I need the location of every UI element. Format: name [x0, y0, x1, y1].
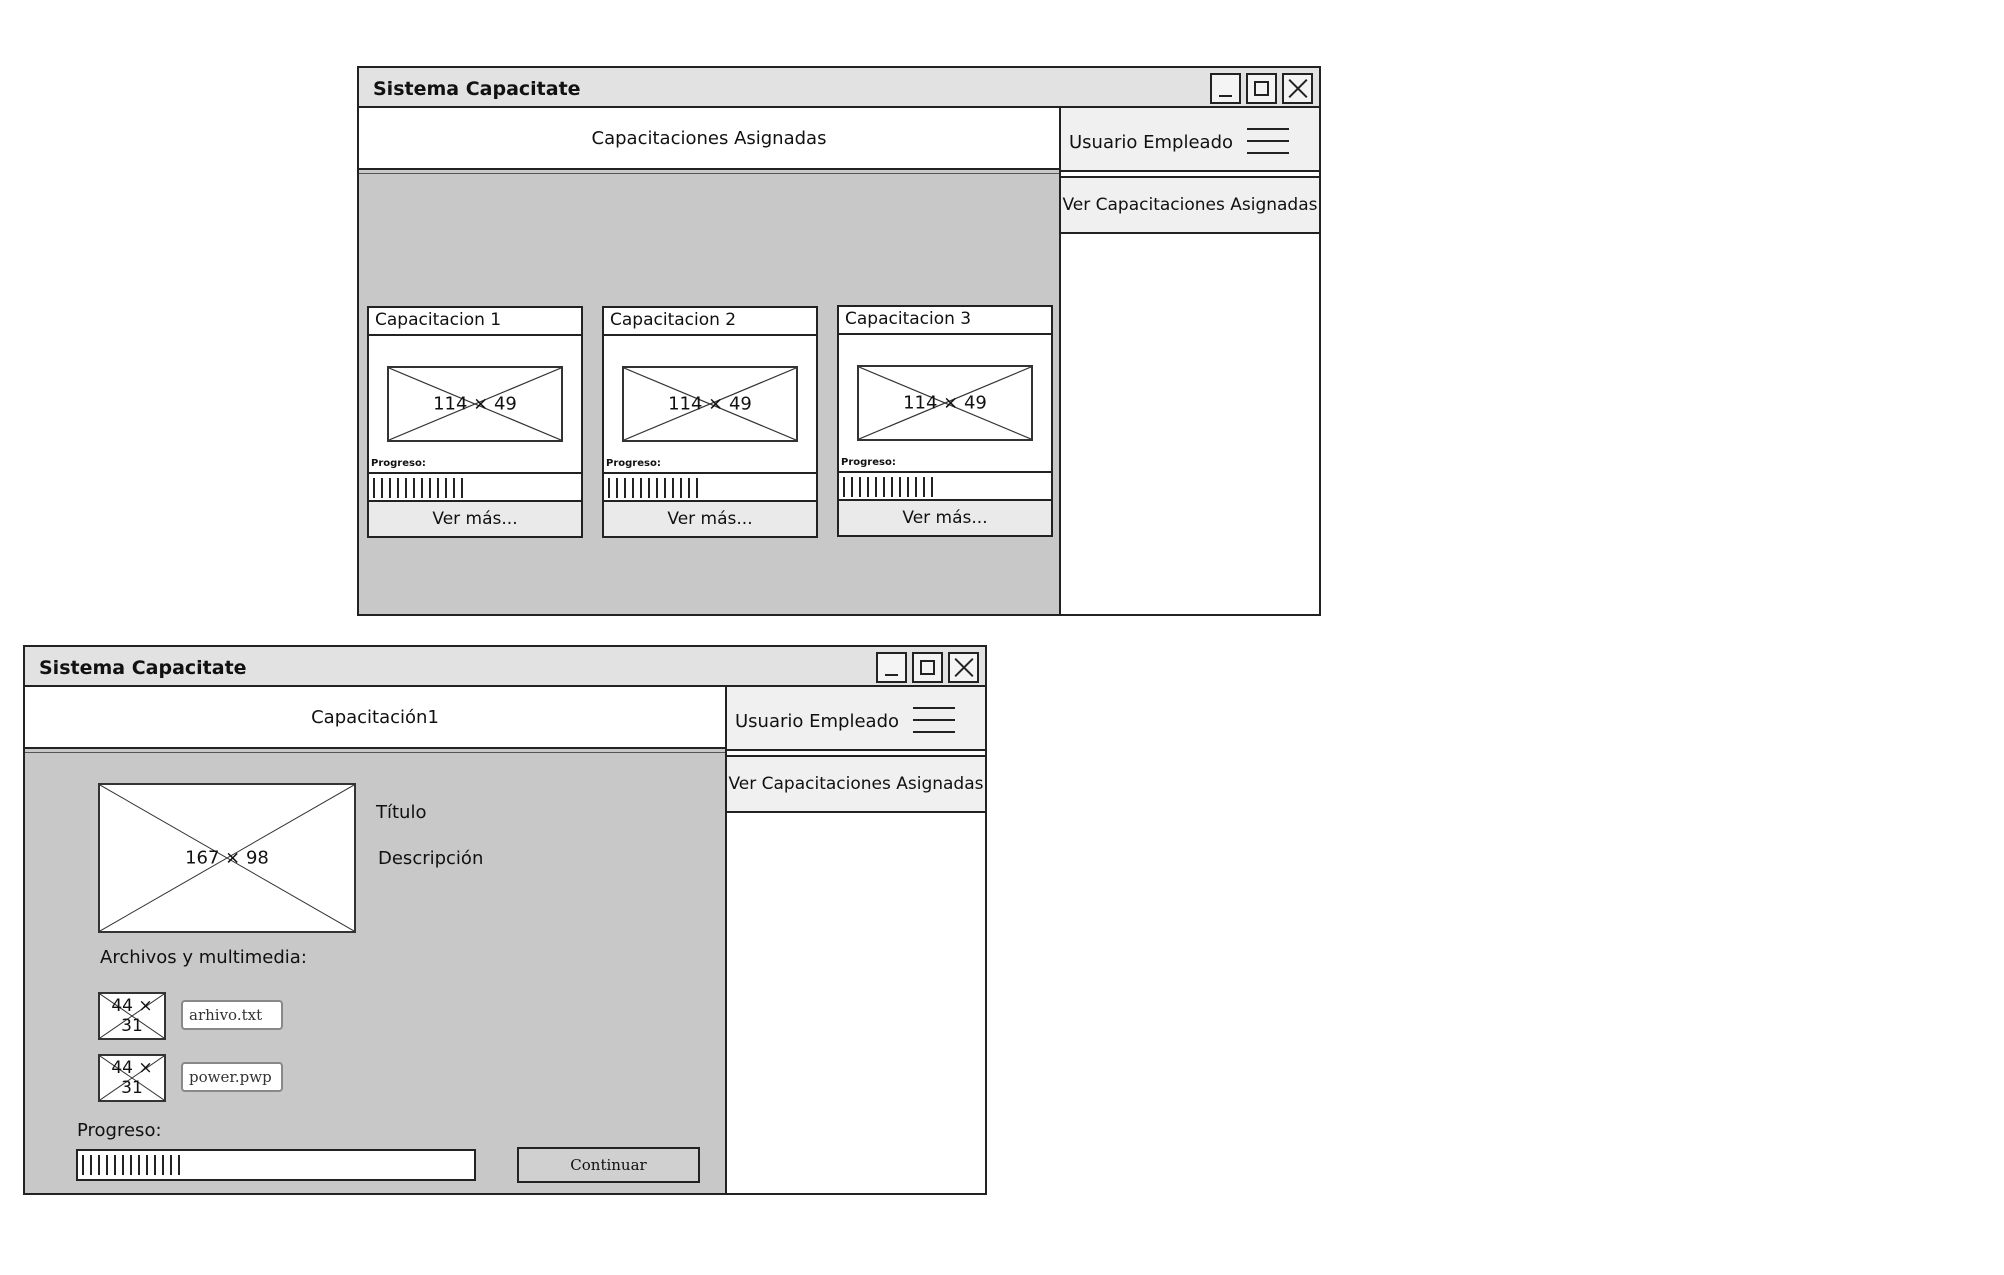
training-card: Capacitacion 2 114 × 49 Progreso: Ver má…	[602, 306, 818, 538]
page-title: Capacitaciones Asignadas	[591, 127, 827, 149]
maximize-button[interactable]	[1246, 73, 1277, 104]
maximize-button[interactable]	[912, 652, 943, 683]
user-label: Usuario Empleado	[1069, 132, 1234, 153]
nav-item-capacitaciones[interactable]: Ver Capacitaciones Asignadas	[1061, 176, 1319, 234]
file-name-field[interactable]: power.pwp	[181, 1062, 283, 1092]
card-title: Capacitacion 2	[604, 308, 816, 336]
ver-mas-button[interactable]: Ver más...	[369, 502, 581, 536]
training-card: Capacitacion 1 114 × 49 Progreso: Ver má…	[367, 306, 583, 538]
title-label: Título	[376, 802, 427, 823]
progress-bar	[839, 471, 1051, 501]
window-detalle: Sistema Capacitate Capacitación1 Usuario…	[23, 645, 987, 1195]
minimize-button[interactable]	[1210, 73, 1241, 104]
progress-bar	[604, 472, 816, 502]
progress-label: Progreso:	[606, 458, 661, 469]
window-capacitaciones: Sistema Capacitate Capacitaciones Asigna…	[357, 66, 1321, 616]
image-size-label: 114 × 49	[433, 393, 517, 415]
progress-label: Progreso:	[371, 458, 426, 469]
window-title: Sistema Capacitate	[373, 78, 581, 100]
minimize-button[interactable]	[876, 652, 907, 683]
continue-button[interactable]: Continuar	[517, 1147, 700, 1183]
thumb-size-label: 44 × 31	[111, 1058, 153, 1098]
user-box: Usuario Empleado	[1061, 108, 1319, 172]
nav-item-capacitaciones[interactable]: Ver Capacitaciones Asignadas	[727, 755, 985, 813]
progress-bar	[76, 1149, 476, 1181]
page-header: Capacitación1	[25, 687, 725, 753]
menu-icon[interactable]	[913, 707, 955, 733]
training-card: Capacitacion 3 114 × 49 Progreso: Ver má…	[837, 305, 1053, 537]
description-label: Descripción	[378, 848, 484, 869]
progress-fill	[82, 1155, 180, 1175]
image-size-label: 114 × 49	[668, 393, 752, 415]
image-placeholder: 114 × 49	[622, 366, 798, 442]
thumb-size-label: 44 × 31	[111, 996, 153, 1036]
card-title: Capacitacion 3	[839, 307, 1051, 335]
file-thumbnail[interactable]: 44 × 31	[98, 1054, 166, 1102]
page-header: Capacitaciones Asignadas	[359, 108, 1059, 174]
file-thumbnail[interactable]: 44 × 31	[98, 992, 166, 1040]
files-label: Archivos y multimedia:	[100, 947, 307, 968]
image-placeholder: 114 × 49	[857, 365, 1033, 441]
menu-icon[interactable]	[1247, 128, 1289, 154]
card-title: Capacitacion 1	[369, 308, 581, 336]
close-button[interactable]	[1282, 73, 1313, 104]
progress-bar	[369, 472, 581, 502]
progress-label: Progreso:	[841, 457, 896, 468]
progress-fill	[608, 478, 702, 498]
image-size-label: 114 × 49	[903, 392, 987, 414]
ver-mas-button[interactable]: Ver más...	[839, 501, 1051, 535]
page-title: Capacitación1	[311, 706, 439, 728]
user-box: Usuario Empleado	[727, 687, 985, 751]
progress-label: Progreso:	[77, 1120, 162, 1141]
progress-fill	[843, 477, 937, 497]
file-name-field[interactable]: arhivo.txt	[181, 1000, 283, 1030]
user-label: Usuario Empleado	[735, 711, 900, 732]
sidebar: Usuario Empleado Ver Capacitaciones Asig…	[1059, 108, 1319, 614]
progress-fill	[373, 478, 467, 498]
close-button[interactable]	[948, 652, 979, 683]
sidebar: Usuario Empleado Ver Capacitaciones Asig…	[725, 687, 985, 1193]
ver-mas-button[interactable]: Ver más...	[604, 502, 816, 536]
window-title: Sistema Capacitate	[39, 657, 247, 679]
image-placeholder: 114 × 49	[387, 366, 563, 442]
training-image-placeholder: 167 × 98	[98, 783, 356, 933]
title-bar: Sistema Capacitate	[359, 68, 1319, 108]
title-bar: Sistema Capacitate	[25, 647, 985, 687]
image-size-label: 167 × 98	[185, 847, 269, 869]
